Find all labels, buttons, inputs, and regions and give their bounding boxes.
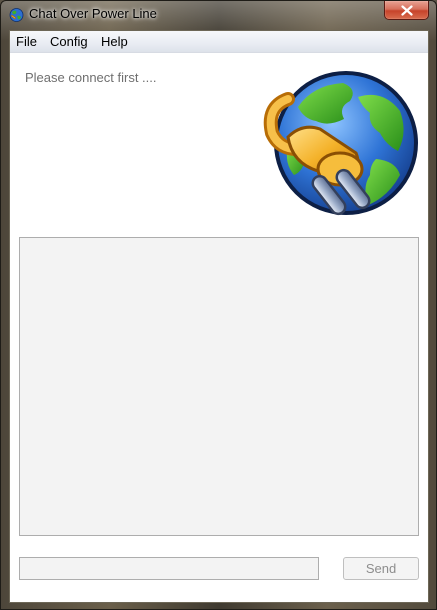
window-title: Chat Over Power Line [29, 6, 157, 21]
globe-plug-icon [263, 71, 418, 216]
menu-config[interactable]: Config [48, 34, 90, 49]
window-frame: Chat Over Power Line File Config Help Pl… [0, 0, 437, 610]
menu-file[interactable]: File [14, 34, 39, 49]
send-button[interactable]: Send [343, 557, 419, 580]
connection-status: Please connect first .... [25, 70, 157, 85]
menu-bar: File Config Help [10, 31, 428, 53]
globe-plug-icon [9, 8, 24, 22]
close-icon [401, 5, 413, 16]
close-button[interactable] [384, 1, 429, 20]
message-input[interactable] [19, 557, 319, 580]
client-area: File Config Help Please connect first ..… [9, 30, 429, 603]
chat-log[interactable] [19, 237, 419, 536]
title-bar[interactable]: Chat Over Power Line [1, 1, 436, 29]
menu-help[interactable]: Help [99, 34, 130, 49]
